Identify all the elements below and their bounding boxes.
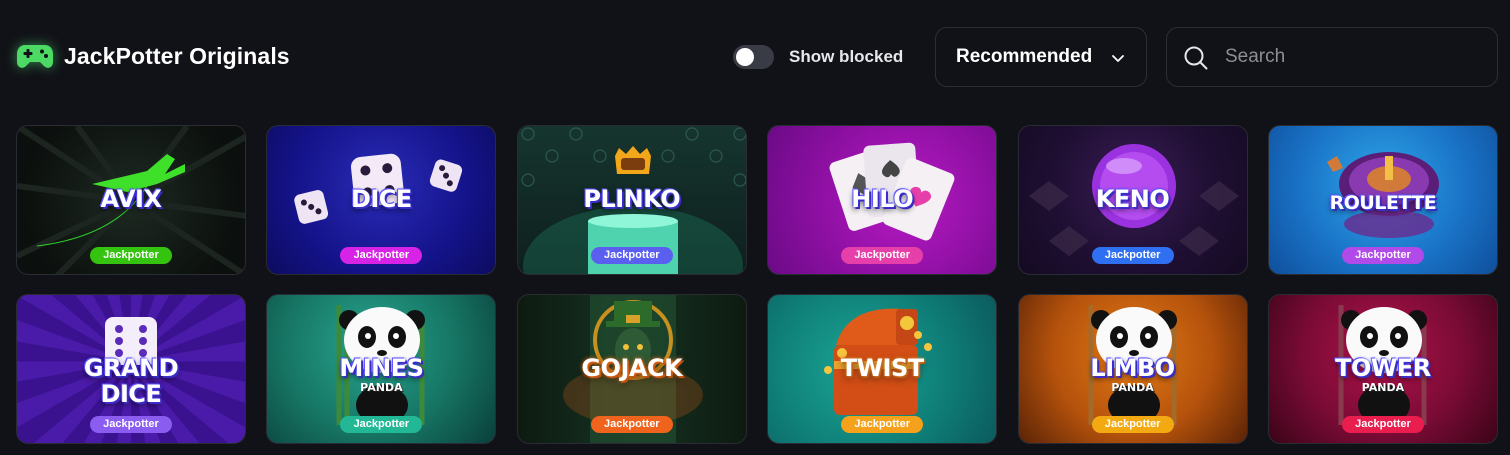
sort-selected-label: Recommended — [956, 46, 1093, 67]
search-input[interactable] — [1225, 42, 1475, 72]
game-title: TOWER — [1335, 354, 1431, 382]
game-card-keno[interactable]: KENO Jackpotter — [1017, 125, 1248, 275]
page-header: JackPotter Originals Show blocked Recomm… — [0, 0, 1510, 110]
game-card-dice[interactable]: DICE Jackpotter — [266, 125, 497, 275]
game-card-gojack[interactable]: GOJACK Jackpotter — [516, 294, 747, 444]
game-title: HILO — [851, 185, 914, 213]
toggle-switch[interactable] — [733, 45, 774, 69]
games-grid: AVIX Jackpotter DICE Jackpotter PLINKO J… — [16, 125, 1498, 444]
game-card-mines-panda[interactable]: MINES PANDA Jackpotter — [266, 294, 497, 444]
jackpotter-badge: Jackpotter — [1091, 247, 1174, 264]
game-card-tower-panda[interactable]: TOWER PANDA Jackpotter — [1267, 294, 1498, 444]
game-title: TWIST — [840, 354, 924, 382]
toggle-knob — [736, 48, 754, 66]
game-title: PLINKO — [583, 185, 681, 213]
jackpotter-badge: Jackpotter — [90, 247, 172, 264]
jackpotter-badge: Jackpotter — [1341, 416, 1424, 433]
jackpotter-badge: Jackpotter — [1341, 247, 1424, 264]
game-subtitle: PANDA — [1361, 381, 1405, 394]
game-title: GRAND — [83, 354, 179, 382]
jackpotter-badge: Jackpotter — [90, 416, 172, 433]
show-blocked-toggle[interactable]: Show blocked — [733, 45, 903, 69]
show-blocked-label: Show blocked — [789, 47, 904, 66]
game-card-twist[interactable]: TWIST Jackpotter — [767, 294, 998, 444]
jackpotter-badge: Jackpotter — [841, 416, 924, 433]
game-title: ROULETTE — [1329, 192, 1437, 214]
game-card-limbo-panda[interactable]: LIMBO PANDA Jackpotter — [1017, 294, 1248, 444]
gamepad-icon — [17, 45, 53, 68]
game-card-plinko[interactable]: PLINKO Jackpotter — [516, 125, 747, 275]
sort-dropdown[interactable]: Recommended — [935, 27, 1147, 87]
search-box[interactable] — [1166, 27, 1498, 87]
game-title: MINES — [339, 354, 424, 382]
jackpotter-badge: Jackpotter — [590, 416, 673, 433]
search-icon — [1184, 46, 1208, 70]
game-title: DICE — [350, 185, 412, 213]
game-card-avix[interactable]: AVIX Jackpotter — [16, 125, 246, 275]
game-subtitle: PANDA — [360, 381, 403, 394]
game-card-roulette[interactable]: ROULETTE Jackpotter — [1267, 125, 1498, 275]
game-title: GOJACK — [581, 354, 683, 382]
page-title-text: JackPotter Originals — [64, 42, 290, 69]
game-title: AVIX — [100, 185, 162, 213]
game-title: LIMBO — [1090, 354, 1175, 382]
jackpotter-badge: Jackpotter — [1091, 416, 1174, 433]
chevron-down-icon — [1112, 55, 1124, 62]
jackpotter-badge: Jackpotter — [340, 416, 423, 433]
page-title: JackPotter Originals — [16, 40, 290, 72]
jackpotter-badge: Jackpotter — [841, 247, 924, 264]
game-card-grand-dice[interactable]: GRAND DICE Jackpotter — [16, 294, 246, 444]
jackpotter-badge: Jackpotter — [340, 247, 423, 264]
jackpotter-badge: Jackpotter — [590, 247, 673, 264]
game-title: KENO — [1095, 185, 1170, 213]
game-subtitle: PANDA — [1111, 381, 1154, 394]
game-card-hilo[interactable]: HILO Jackpotter — [767, 125, 998, 275]
game-title-line2: DICE — [100, 380, 162, 408]
